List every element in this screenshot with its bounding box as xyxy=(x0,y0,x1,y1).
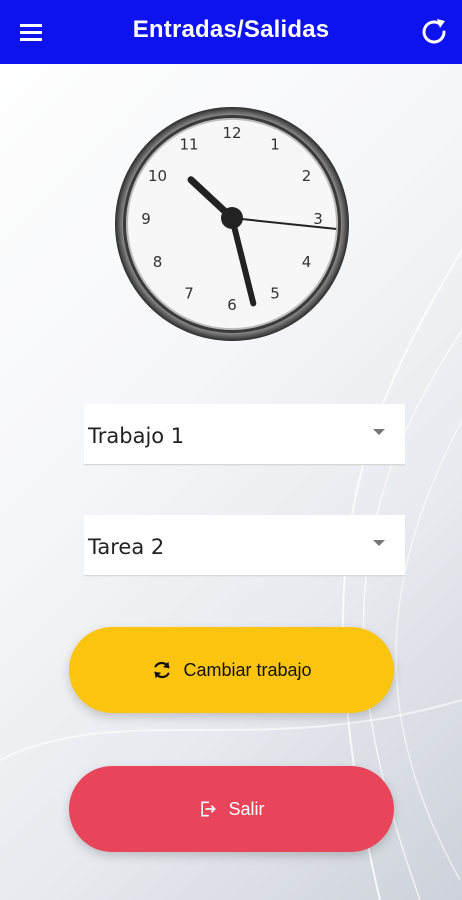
refresh-icon xyxy=(422,19,446,44)
clock-number: 1 xyxy=(270,136,280,154)
logout-icon xyxy=(198,799,218,819)
app-bar: Entradas/Salidas xyxy=(0,0,462,64)
change-job-button[interactable]: Cambiar trabajo xyxy=(69,627,394,713)
clock-number: 10 xyxy=(148,167,167,185)
task-select[interactable]: Tarea 2 xyxy=(84,515,405,576)
change-job-label: Cambiar trabajo xyxy=(183,659,312,680)
clock-number: 8 xyxy=(153,253,163,271)
job-select-value: Trabajo 1 xyxy=(88,424,185,448)
clock-number: 7 xyxy=(184,285,194,303)
clock-number: 9 xyxy=(141,210,151,228)
sync-icon xyxy=(151,659,173,681)
clock-number: 12 xyxy=(222,124,241,142)
clock-number: 11 xyxy=(179,136,198,154)
exit-label: Salir xyxy=(228,798,265,819)
task-select-value: Tarea 2 xyxy=(88,535,165,559)
clock-number: 4 xyxy=(302,253,312,271)
chevron-down-icon xyxy=(373,429,385,435)
job-select[interactable]: Trabajo 1 xyxy=(84,404,405,465)
app-title: Entradas/Salidas xyxy=(132,16,330,43)
refresh-button[interactable] xyxy=(414,12,454,52)
chevron-down-icon xyxy=(373,540,385,546)
clock-number: 3 xyxy=(313,210,323,228)
analog-clock: 121234567891011 xyxy=(115,107,349,341)
clock-number: 5 xyxy=(270,285,280,303)
clock-center-pin xyxy=(221,207,243,229)
clock-number: 6 xyxy=(227,296,237,314)
exit-button[interactable]: Salir xyxy=(69,766,394,852)
clock-number: 2 xyxy=(302,167,312,185)
